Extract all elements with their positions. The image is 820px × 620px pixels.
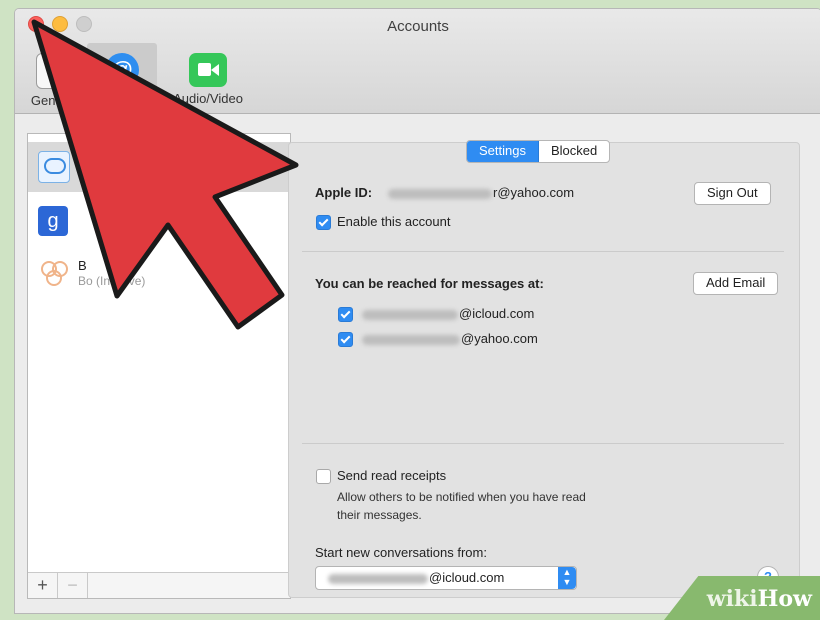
redacted-text [328, 573, 428, 584]
apple-id-domain: r@yahoo.com [493, 185, 575, 200]
address-checkbox-icloud[interactable] [338, 307, 353, 322]
start-from-value: @icloud.com [328, 567, 504, 588]
read-receipts-label: Send read receipts [337, 468, 447, 483]
messages-icon [38, 151, 70, 183]
enable-account-checkbox[interactable] [316, 215, 331, 230]
tab-blocked[interactable]: Blocked [539, 141, 609, 162]
account-row-google[interactable]: g [28, 200, 290, 244]
google-icon: g [38, 206, 68, 236]
watermark-part-2: How [757, 586, 812, 612]
account-status: Bo (Inactive) [78, 274, 146, 288]
settings-panel [288, 142, 800, 598]
start-from-select[interactable]: @icloud.com ▲ ▼ [315, 566, 577, 590]
tab-settings[interactable]: Settings [467, 141, 539, 162]
start-from-label: Start new conversations from: [315, 545, 487, 560]
account-name: B [78, 258, 87, 273]
address-yahoo: @yahoo.com [362, 331, 538, 346]
redacted-text [388, 188, 492, 199]
toolbar-audio-video[interactable]: Audio/Video [157, 43, 259, 113]
read-receipts-description: Allow others to be notified when you hav… [337, 488, 586, 524]
toolbar-accounts-label: Accounts [95, 91, 149, 106]
tab-bar: Settings Blocked [466, 140, 611, 163]
redacted-text [362, 309, 458, 320]
read-receipts-description-line-1: Allow others to be notified when you hav… [337, 490, 586, 504]
general-icon [36, 53, 72, 89]
at-sign-icon: @ [105, 53, 139, 87]
reach-label: You can be reached for messages at: [315, 276, 544, 291]
start-from-domain: @icloud.com [429, 570, 505, 585]
add-account-button[interactable]: + [28, 573, 58, 598]
divider [302, 443, 784, 444]
remove-account-button[interactable]: − [58, 573, 88, 598]
window-title: Accounts [387, 18, 449, 35]
enable-account-label: Enable this account [337, 214, 451, 229]
toolbar-general[interactable]: General [21, 43, 87, 113]
toolbar-audio-video-label: Audio/Video [173, 91, 243, 106]
divider [302, 251, 784, 252]
apple-id-value: r@yahoo.com [388, 185, 574, 200]
add-email-button[interactable]: Add Email [693, 272, 779, 295]
address-yahoo-domain: @yahoo.com [461, 331, 538, 346]
title-bar: Accounts General @ Accounts Audio/Video [15, 9, 820, 114]
redacted-text [362, 334, 460, 345]
address-icloud: @icloud.com [362, 306, 534, 321]
toolbar-accounts[interactable]: @ Accounts [87, 43, 157, 113]
bonjour-icon [41, 261, 68, 286]
accounts-list: g B Bo (Inactive) + − [27, 133, 291, 599]
account-row-messages[interactable] [28, 142, 290, 192]
sidebar-footer: + − [28, 572, 290, 598]
address-checkbox-yahoo[interactable] [338, 332, 353, 347]
watermark-part-1: wiki [706, 586, 758, 612]
video-camera-icon [189, 53, 227, 87]
read-receipts-description-line-2: their messages. [337, 508, 422, 522]
select-arrows-icon: ▲ ▼ [558, 567, 576, 589]
account-row-bonjour[interactable]: B Bo (Inactive) [28, 252, 290, 296]
read-receipts-checkbox[interactable] [316, 469, 331, 484]
address-icloud-domain: @icloud.com [459, 306, 535, 321]
toolbar-general-label: General [30, 93, 78, 108]
apple-id-label: Apple ID: [315, 185, 373, 200]
watermark-text: wikiHow [707, 586, 812, 612]
sign-out-button[interactable]: Sign Out [694, 182, 771, 205]
